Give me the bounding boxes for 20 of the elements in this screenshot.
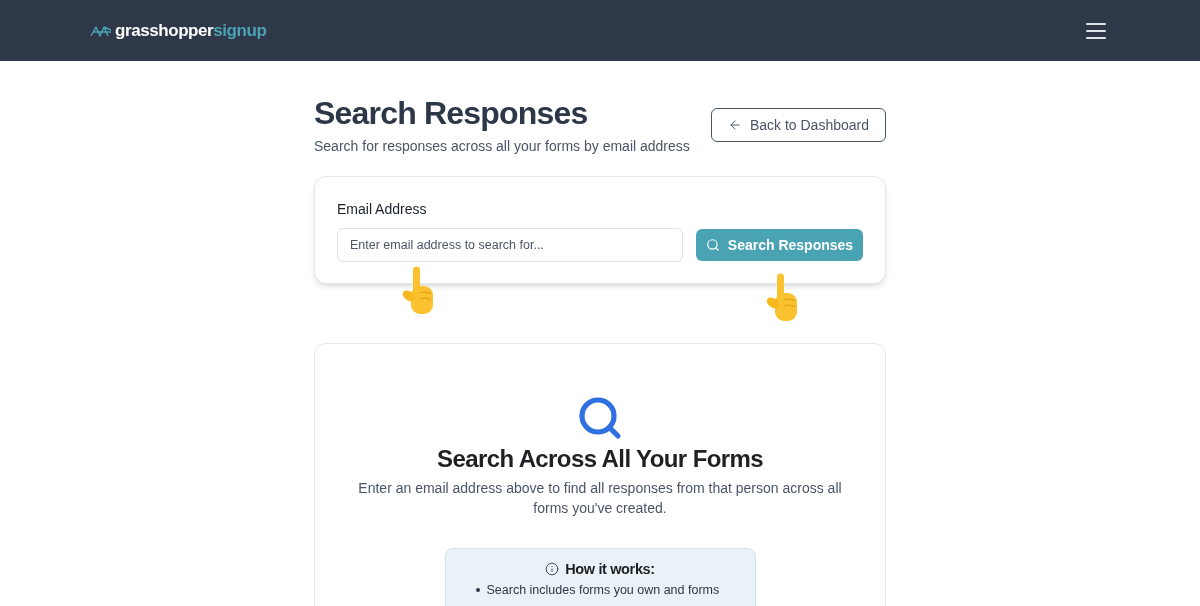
back-to-dashboard-button[interactable]: Back to Dashboard xyxy=(710,108,886,142)
how-it-works-item: Search includes forms you own and forms xyxy=(486,582,720,598)
bullet-icon xyxy=(475,588,480,592)
page-subtitle: Search for responses across all your forms by email address xyxy=(314,137,690,156)
email-input-field[interactable]: Enter email address to search for... xyxy=(337,228,683,262)
arrow-left-icon xyxy=(727,118,742,132)
empty-state-description: Enter an email address above to find all responses from that person across all forms you've created. xyxy=(357,479,843,518)
search-icon xyxy=(576,394,624,442)
info-icon xyxy=(545,562,560,576)
page-title: Search Responses xyxy=(314,94,589,132)
grasshopper-logo-icon xyxy=(90,23,112,38)
logo-text: grasshopper xyxy=(115,22,214,39)
pointing-hand-icon xyxy=(400,266,436,316)
logo-text-accent: signup xyxy=(213,22,267,39)
how-it-works-title: How it works: xyxy=(565,560,655,579)
pointing-hand-icon xyxy=(764,273,800,323)
search-icon xyxy=(705,238,720,252)
field-label: Email Address xyxy=(337,200,428,219)
menu-icon[interactable] xyxy=(1086,22,1106,39)
empty-state-title: Search Across All Your Forms xyxy=(437,444,763,474)
